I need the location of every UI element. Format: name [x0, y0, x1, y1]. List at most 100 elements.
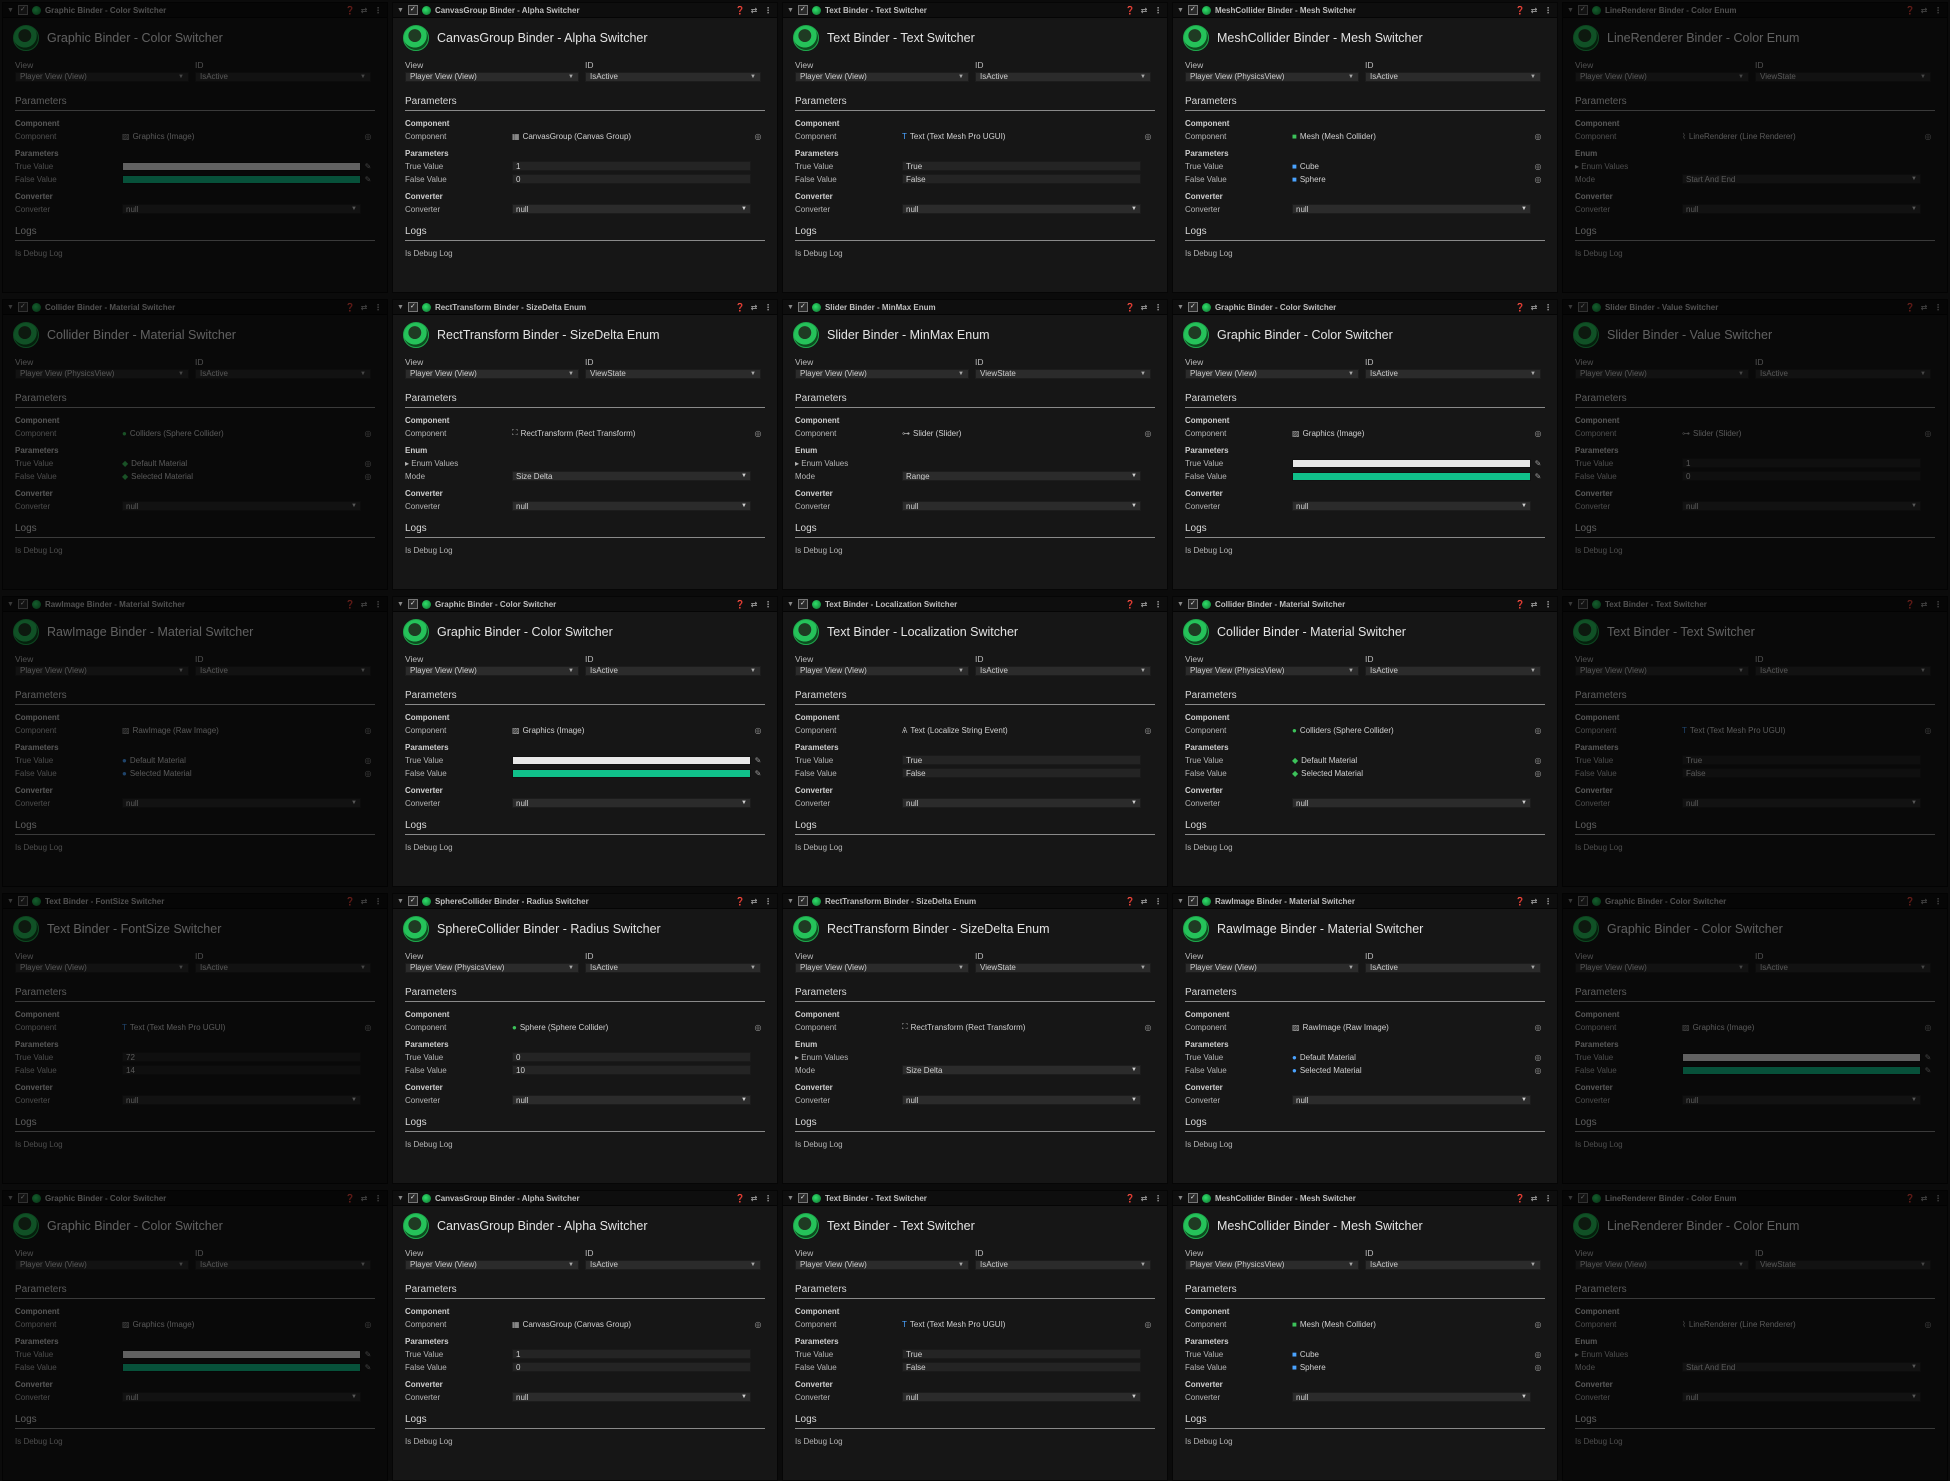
component-object-field[interactable]: ▨ Graphics (Image)	[122, 1319, 361, 1329]
presets-icon[interactable]: ⇄	[359, 1194, 369, 1203]
eyedropper-icon[interactable]: ✎	[361, 175, 375, 184]
id-select[interactable]: IsActive ▼	[585, 1260, 761, 1270]
eyedropper-icon[interactable]: ✎	[1921, 1053, 1935, 1062]
debug-log-toggle[interactable]: Is Debug Log	[405, 1140, 765, 1149]
object-picker-icon[interactable]: ◎	[1921, 1023, 1935, 1032]
component-title-bar[interactable]: ▼ ✓ RectTransform Binder - SizeDelta Enum ❓…	[393, 300, 777, 315]
view-select[interactable]: Player View (View) ▼	[1575, 963, 1749, 973]
true-color-field[interactable]	[122, 1349, 361, 1359]
true-color-swatch[interactable]	[122, 1349, 361, 1359]
presets-icon[interactable]: ⇄	[359, 6, 369, 15]
component-object-field[interactable]: ▦ CanvasGroup (Canvas Group)	[512, 131, 751, 141]
enabled-checkbox[interactable]: ✓	[17, 5, 28, 15]
enum-values-foldout[interactable]: ▸ Enum Values	[795, 1052, 1155, 1062]
false-value-input[interactable]: 0	[1682, 471, 1921, 481]
kebab-menu-icon[interactable]: ⋮	[1933, 303, 1943, 312]
id-select[interactable]: IsActive ▼	[1365, 963, 1541, 973]
foldout-arrow-icon[interactable]: ▼	[7, 1195, 14, 1202]
help-icon[interactable]: ❓	[1905, 303, 1915, 312]
component-title-bar[interactable]: ▼ ✓ Collider Binder - Material Switcher ❓ ⇄ ⋮	[3, 300, 387, 315]
enabled-checkbox[interactable]: ✓	[17, 896, 28, 906]
false-color-swatch[interactable]	[1292, 471, 1531, 481]
false-color-swatch[interactable]	[122, 174, 361, 184]
converter-select[interactable]: null ▼	[122, 1392, 361, 1402]
converter-select[interactable]: null ▼	[902, 798, 1141, 808]
view-select[interactable]: Player View (PhysicsView) ▼	[1185, 666, 1359, 676]
object-picker-icon[interactable]: ◎	[1531, 162, 1545, 171]
help-icon[interactable]: ❓	[1515, 600, 1525, 609]
debug-log-toggle[interactable]: Is Debug Log	[795, 1437, 1155, 1446]
converter-select[interactable]: null ▼	[1682, 1392, 1921, 1402]
true-color-field[interactable]	[1682, 1052, 1921, 1062]
converter-select[interactable]: null ▼	[512, 204, 751, 214]
object-picker-icon[interactable]: ◎	[1141, 429, 1155, 438]
debug-log-toggle[interactable]: Is Debug Log	[15, 843, 375, 852]
true-value-input[interactable]: True	[902, 161, 1141, 171]
false-color-field[interactable]	[122, 1362, 361, 1372]
object-picker-icon[interactable]: ◎	[361, 459, 375, 468]
kebab-menu-icon[interactable]: ⋮	[1543, 1194, 1553, 1203]
view-select[interactable]: Player View (View) ▼	[405, 369, 579, 379]
kebab-menu-icon[interactable]: ⋮	[1153, 6, 1163, 15]
converter-select[interactable]: null ▼	[902, 204, 1141, 214]
foldout-arrow-icon[interactable]: ▼	[787, 7, 794, 14]
component-title-bar[interactable]: ▼ ✓ Slider Binder - Value Switcher ❓ ⇄ ⋮	[1563, 300, 1947, 315]
enabled-checkbox[interactable]: ✓	[407, 5, 418, 15]
eyedropper-icon[interactable]: ✎	[361, 162, 375, 171]
help-icon[interactable]: ❓	[1905, 600, 1915, 609]
foldout-arrow-icon[interactable]: ▼	[397, 898, 404, 905]
converter-select[interactable]: null ▼	[1292, 204, 1531, 214]
enum-values-foldout[interactable]: ▸ Enum Values	[1575, 161, 1935, 171]
component-title-bar[interactable]: ▼ ✓ LineRenderer Binder - Color Enum ❓ ⇄ ⋮	[1563, 3, 1947, 18]
component-title-bar[interactable]: ▼ ✓ CanvasGroup Binder - Alpha Switcher ❓ ⇄ ⋮	[393, 3, 777, 18]
eyedropper-icon[interactable]: ✎	[1531, 459, 1545, 468]
enabled-checkbox[interactable]: ✓	[1187, 302, 1198, 312]
id-select[interactable]: IsActive ▼	[195, 666, 371, 676]
foldout-arrow-icon[interactable]: ▼	[7, 304, 14, 311]
component-title-bar[interactable]: ▼ ✓ Text Binder - FontSize Switcher ❓ ⇄ ⋮	[3, 894, 387, 909]
id-select[interactable]: IsActive ▼	[975, 72, 1151, 82]
presets-icon[interactable]: ⇄	[1139, 600, 1149, 609]
kebab-menu-icon[interactable]: ⋮	[373, 303, 383, 312]
object-picker-icon[interactable]: ◎	[1141, 1023, 1155, 1032]
component-object-field[interactable]: ▨ Graphics (Image)	[1292, 428, 1531, 438]
true-object-field[interactable]: ■ Cube	[1292, 161, 1531, 171]
converter-select[interactable]: null ▼	[122, 1095, 361, 1105]
converter-select[interactable]: null ▼	[1682, 204, 1921, 214]
foldout-arrow-icon[interactable]: ▼	[1567, 7, 1574, 14]
id-select[interactable]: ViewState ▼	[975, 369, 1151, 379]
view-select[interactable]: Player View (View) ▼	[15, 72, 189, 82]
mode-select[interactable]: Start And End ▼	[1682, 174, 1921, 184]
component-title-bar[interactable]: ▼ ✓ Graphic Binder - Color Switcher ❓ ⇄ ⋮	[3, 3, 387, 18]
debug-log-toggle[interactable]: Is Debug Log	[1185, 1437, 1545, 1446]
eyedropper-icon[interactable]: ✎	[1531, 472, 1545, 481]
false-object-field[interactable]: ■ Sphere	[1292, 174, 1531, 184]
object-picker-icon[interactable]: ◎	[361, 769, 375, 778]
help-icon[interactable]: ❓	[735, 1194, 745, 1203]
object-picker-icon[interactable]: ◎	[751, 429, 765, 438]
object-picker-icon[interactable]: ◎	[751, 726, 765, 735]
eyedropper-icon[interactable]: ✎	[751, 756, 765, 765]
component-object-field[interactable]: ● Sphere (Sphere Collider)	[512, 1022, 751, 1032]
enabled-checkbox[interactable]: ✓	[797, 5, 808, 15]
kebab-menu-icon[interactable]: ⋮	[763, 303, 773, 312]
view-select[interactable]: Player View (View) ▼	[795, 72, 969, 82]
id-select[interactable]: IsActive ▼	[585, 666, 761, 676]
debug-log-toggle[interactable]: Is Debug Log	[1185, 1140, 1545, 1149]
id-select[interactable]: IsActive ▼	[1365, 666, 1541, 676]
presets-icon[interactable]: ⇄	[1529, 1194, 1539, 1203]
enabled-checkbox[interactable]: ✓	[407, 896, 418, 906]
eyedropper-icon[interactable]: ✎	[361, 1363, 375, 1372]
debug-log-toggle[interactable]: Is Debug Log	[15, 249, 375, 258]
true-color-field[interactable]	[1292, 458, 1531, 468]
help-icon[interactable]: ❓	[345, 897, 355, 906]
foldout-arrow-icon[interactable]: ▼	[787, 304, 794, 311]
component-title-bar[interactable]: ▼ ✓ Text Binder - Text Switcher ❓ ⇄ ⋮	[783, 1191, 1167, 1206]
object-picker-icon[interactable]: ◎	[1531, 756, 1545, 765]
enabled-checkbox[interactable]: ✓	[1577, 5, 1588, 15]
object-picker-icon[interactable]: ◎	[751, 1320, 765, 1329]
kebab-menu-icon[interactable]: ⋮	[1933, 6, 1943, 15]
enabled-checkbox[interactable]: ✓	[797, 302, 808, 312]
component-object-field[interactable]: ▨ RawImage (Raw Image)	[1292, 1022, 1531, 1032]
eyedropper-icon[interactable]: ✎	[361, 1350, 375, 1359]
